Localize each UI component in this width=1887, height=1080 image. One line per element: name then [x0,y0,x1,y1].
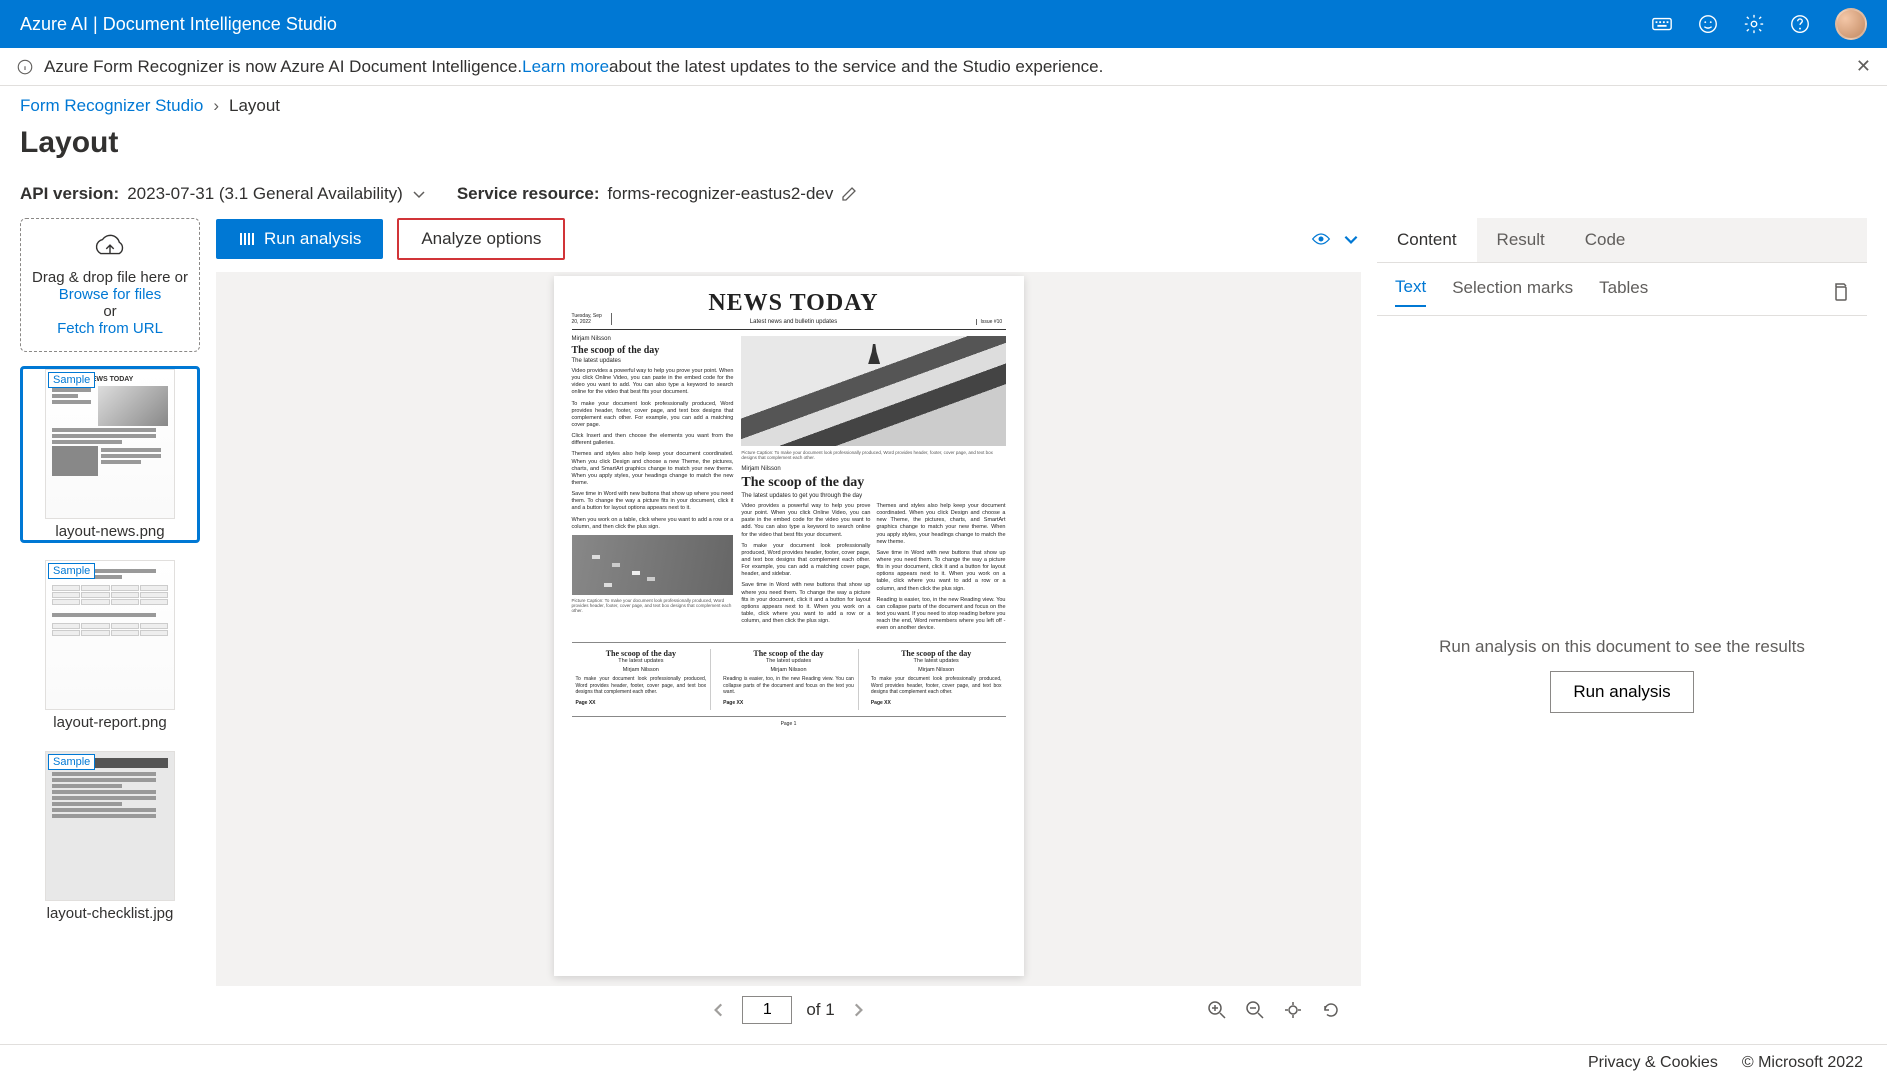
page-footer: Privacy & Cookies © Microsoft 2022 [0,1044,1887,1080]
main-layout: Drag & drop file here or Browse for file… [0,218,1887,1034]
file-sidebar: Drag & drop file here or Browse for file… [20,218,200,1034]
copy-icon[interactable] [1831,282,1849,302]
thumbnail-label: layout-report.png [23,714,197,731]
next-page-icon[interactable] [849,1001,867,1019]
view-controls [1311,230,1361,248]
analyze-icon [238,230,256,248]
doc-issue: Issue #10 [976,319,1006,325]
thumbnail-label: layout-checklist.jpg [23,905,197,922]
info-banner: Azure Form Recognizer is now Azure AI Do… [0,48,1887,86]
api-version-value: 2023-07-31 (3.1 General Availability) [127,184,403,204]
run-analysis-button[interactable]: Run analysis [216,219,383,259]
banner-text-prefix: Azure Form Recognizer is now Azure AI Do… [44,57,522,77]
sample-badge: Sample [48,754,95,770]
fetch-url-link[interactable]: Fetch from URL [29,320,191,337]
thumbnail-item[interactable]: Sample NEWS TODAY layout-news.png [20,366,200,543]
doc-headline: The scoop of the day [572,345,734,356]
doc-photo-crosswalk [741,336,1005,446]
chevron-down-icon[interactable] [1341,230,1361,248]
subtab-text[interactable]: Text [1395,277,1426,307]
api-version-selector[interactable]: API version: 2023-07-31 (3.1 General Ava… [20,184,427,204]
thumbnail-item[interactable]: Sample layout-report.png [20,557,200,734]
subtab-selection[interactable]: Selection marks [1452,278,1573,306]
breadcrumb: Form Recognizer Studio › Layout [0,86,1887,122]
chevron-right-icon: › [213,96,219,116]
keyboard-icon[interactable] [1651,13,1673,35]
info-icon [16,58,34,76]
breadcrumb-current: Layout [229,96,280,116]
settings-icon[interactable] [1743,13,1765,35]
document-page: Tuesday, Sep 20, 2022 NEWS TODAY Latest … [554,276,1024,976]
api-version-label: API version: [20,184,119,204]
chevron-down-icon [411,186,427,202]
page-input[interactable] [742,996,792,1024]
drop-text: Drag & drop file here or [29,269,191,286]
empty-message: Run analysis on this document to see the… [1439,637,1805,657]
doc-photo-cars [572,535,734,595]
rotate-icon[interactable] [1321,1000,1341,1020]
analyze-options-button[interactable]: Analyze options [397,218,565,260]
copyright: © Microsoft 2022 [1742,1054,1863,1072]
zoom-out-icon[interactable] [1245,1000,1265,1020]
tab-code[interactable]: Code [1565,218,1646,262]
document-viewer[interactable]: Tuesday, Sep 20, 2022 NEWS TODAY Latest … [216,272,1361,986]
doc-headline2: The scoop of the day [741,475,1005,491]
subtab-tables[interactable]: Tables [1599,278,1648,306]
content-subtabs: Text Selection marks Tables [1377,263,1867,316]
edit-icon[interactable] [841,186,857,202]
privacy-link[interactable]: Privacy & Cookies [1588,1054,1718,1072]
tab-content[interactable]: Content [1377,218,1477,262]
browse-files-link[interactable]: Browse for files [29,286,191,303]
doc-tagline: Latest news and bulletin updates [612,319,976,325]
results-tabs: Content Result Code [1377,218,1867,263]
results-empty-state: Run analysis on this document to see the… [1377,316,1867,1034]
zoom-in-icon[interactable] [1207,1000,1227,1020]
zoom-controls [1207,1000,1341,1020]
doc-author: Mirjam Nilsson [572,336,734,342]
breadcrumb-root[interactable]: Form Recognizer Studio [20,96,203,116]
drop-or: or [29,303,191,320]
banner-text-suffix: about the latest updates to the service … [609,57,1103,77]
doc-date: Tuesday, Sep 20, 2022 [572,313,612,325]
learn-more-link[interactable]: Learn more [522,57,609,77]
run-analysis-empty-button[interactable]: Run analysis [1550,671,1693,713]
analysis-toolbar: Run analysis Analyze options [216,218,1361,260]
fit-icon[interactable] [1283,1000,1303,1020]
page-title: Layout [0,122,1887,184]
service-resource: Service resource: forms-recognizer-eastu… [457,184,858,204]
thumbnail-label: layout-news.png [23,523,197,540]
doc-masthead-title: NEWS TODAY [612,290,976,317]
settings-row: API version: 2023-07-31 (3.1 General Ava… [0,184,1887,218]
help-icon[interactable] [1789,13,1811,35]
prev-page-icon[interactable] [710,1001,728,1019]
results-panel: Content Result Code Text Selection marks… [1377,218,1867,1034]
page-of-text: of 1 [806,1000,834,1020]
drop-zone[interactable]: Drag & drop file here or Browse for file… [20,218,200,352]
feedback-icon[interactable] [1697,13,1719,35]
tab-result[interactable]: Result [1477,218,1565,262]
thumbnail-item[interactable]: Sample layout-checklist.jpg [20,748,200,925]
sample-badge: Sample [48,372,95,388]
upload-icon [91,233,129,261]
app-header: Azure AI | Document Intelligence Studio [0,0,1887,48]
doc-subhead: The latest updates [572,358,734,364]
close-icon[interactable]: ✕ [1856,56,1871,77]
header-actions [1651,8,1867,40]
pager: of 1 [216,986,1361,1034]
sample-badge: Sample [48,563,95,579]
app-title: Azure AI | Document Intelligence Studio [20,14,337,35]
resource-value: forms-recognizer-eastus2-dev [608,184,834,204]
document-panel: Run analysis Analyze options Tuesday, Se… [216,218,1361,1034]
visibility-icon[interactable] [1311,230,1331,248]
resource-label: Service resource: [457,184,600,204]
user-avatar[interactable] [1835,8,1867,40]
